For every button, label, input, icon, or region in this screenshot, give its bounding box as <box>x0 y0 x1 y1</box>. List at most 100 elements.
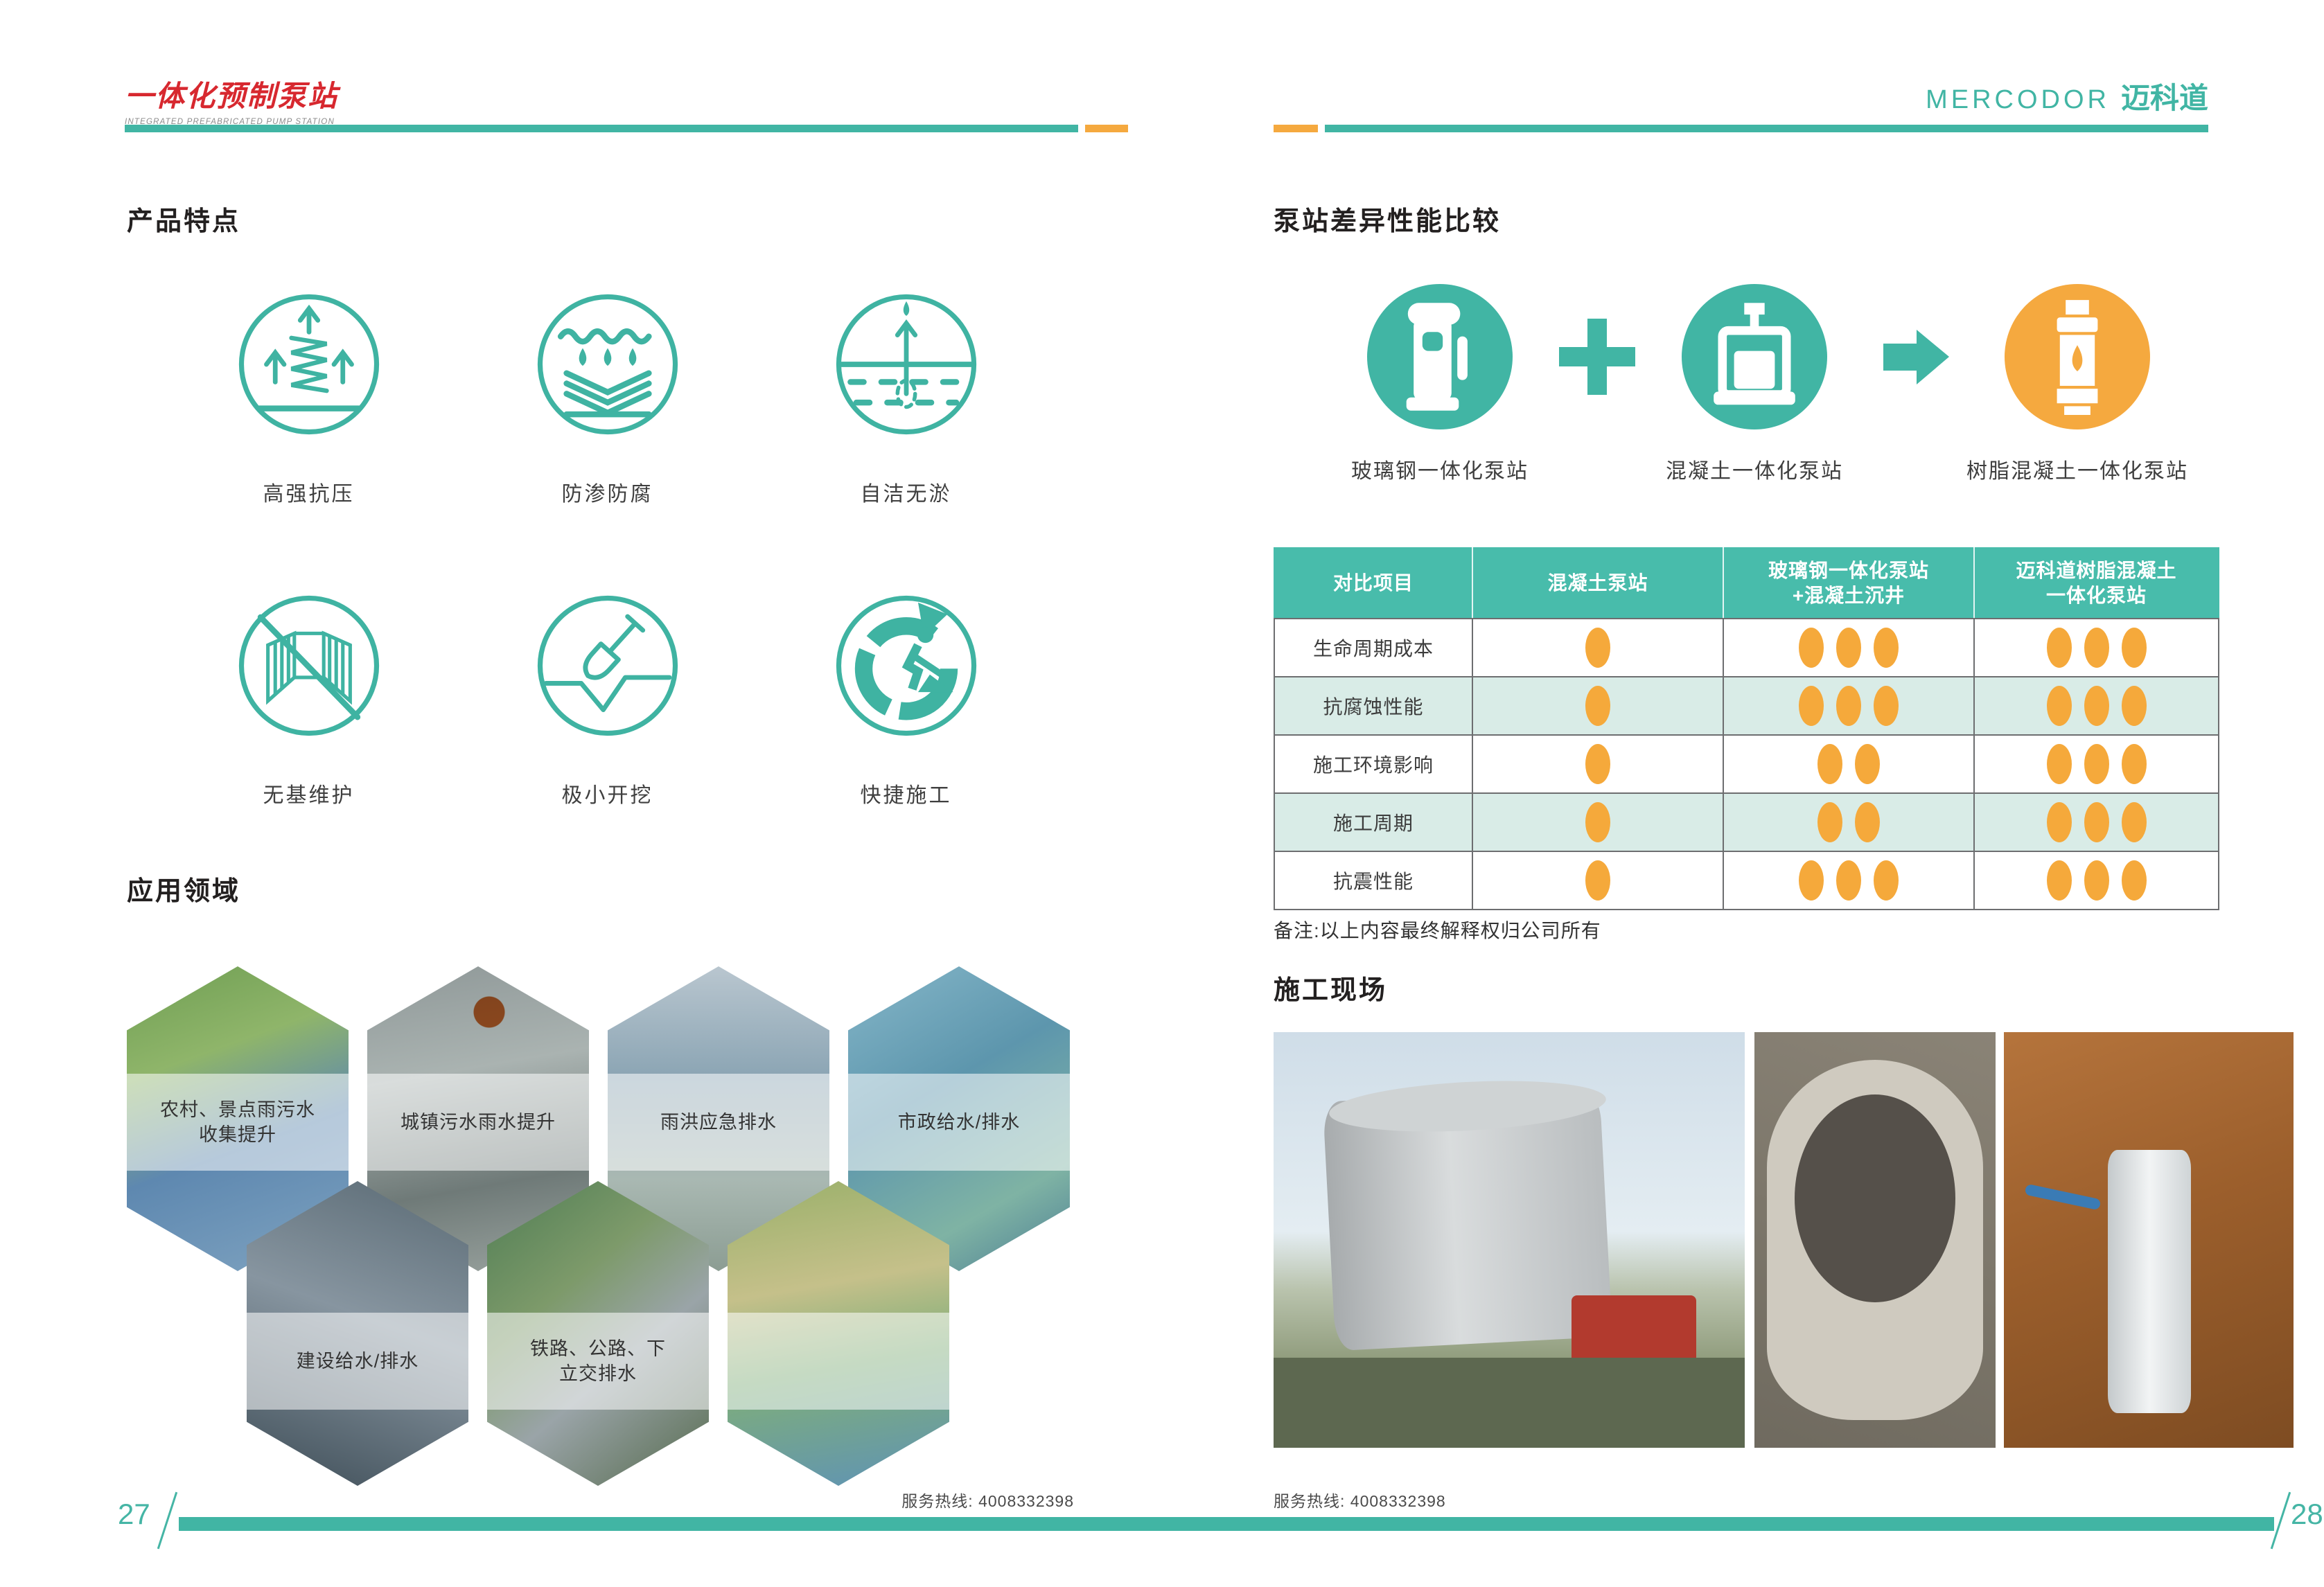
application-label: 农村、景点雨污水 收集提升 <box>127 1074 349 1171</box>
application-label: 市政给水/排水 <box>848 1074 1070 1171</box>
hotline-right: 服务热线: 4008332398 <box>1274 1488 1446 1511</box>
rating-dot <box>1817 802 1842 842</box>
feature-item: 无基维护 <box>236 592 382 804</box>
logo-title: 一体化预制泵站 <box>125 73 338 115</box>
footer-bar <box>179 1517 2274 1531</box>
application-label: 铁路、公路、下 立交排水 <box>487 1313 709 1410</box>
table-header-cell: 玻璃钢一体化泵站 +混凝土沉井 <box>1723 548 1974 619</box>
application-label <box>728 1313 949 1410</box>
features-grid: 高强抗压 防渗防腐 <box>159 291 1055 804</box>
feature-item: 自洁无淤 <box>833 291 980 502</box>
header-rule-left <box>125 125 1078 132</box>
no-foundation-maintenance-icon <box>236 592 382 739</box>
page-number-right: 28 <box>2291 1498 2323 1531</box>
application-label: 雨洪应急排水 <box>608 1074 829 1171</box>
application-label: 建设给水/排水 <box>247 1313 468 1410</box>
rating-dot <box>2047 802 2072 842</box>
rating-dot <box>2122 744 2147 784</box>
rating-dot <box>1817 744 1842 784</box>
feature-label: 高强抗压 <box>263 477 355 502</box>
rating-dot <box>1874 628 1899 668</box>
table-header-cell: 混凝土泵站 <box>1472 548 1723 619</box>
feature-item: 高强抗压 <box>236 291 382 502</box>
rating-cell <box>1723 793 1974 851</box>
rating-dot <box>1585 802 1610 842</box>
brochure-spread: 一体化预制泵站 INTEGRATED PREFABRICATED PUMP ST… <box>0 0 2324 1587</box>
rating-cell <box>1974 851 2219 910</box>
formula-label: 混凝土一体化泵站 <box>1609 454 1900 484</box>
rating-dot <box>2047 744 2072 784</box>
header-rule-right <box>1325 125 2208 132</box>
rating-cell <box>1723 851 1974 910</box>
table-row: 施工环境影响 <box>1274 735 2219 793</box>
construction-photo-truck-cylinder <box>1274 1032 1745 1448</box>
table-header-cell: 迈科道树脂混凝土 一体化泵站 <box>1974 548 2219 619</box>
features-heading: 产品特点 <box>127 200 240 238</box>
feature-label: 快捷施工 <box>861 778 952 804</box>
feature-label: 极小开挖 <box>562 778 653 804</box>
minimal-excavation-icon <box>534 592 681 739</box>
rating-dot <box>1855 802 1880 842</box>
application-hex-photo <box>728 1181 949 1486</box>
blue-pipe-shape <box>2025 1184 2102 1211</box>
construction-photo-cylinder-closeup <box>1754 1032 1996 1448</box>
concrete-pump-station-icon <box>1682 284 1827 429</box>
rating-cell <box>1974 735 2219 793</box>
rating-dot <box>2084 744 2109 784</box>
rating-dot <box>1836 686 1861 726</box>
feature-item: 快捷施工 <box>833 592 980 804</box>
rating-cell <box>1974 793 2219 851</box>
comparison-heading: 泵站差异性能比较 <box>1274 200 1501 238</box>
rating-cell <box>1974 677 2219 735</box>
application-hex-photo: 建设给水/排水 <box>247 1181 468 1486</box>
rating-dot <box>1799 686 1824 726</box>
feature-label: 无基维护 <box>263 778 355 804</box>
rating-dot <box>1585 860 1610 901</box>
pump-shell-shape <box>2108 1150 2191 1413</box>
feature-label: 自洁无淤 <box>861 477 952 502</box>
resin-concrete-pump-station-icon <box>2005 284 2150 429</box>
plus-icon <box>1559 319 1635 398</box>
feature-label: 防渗防腐 <box>562 477 653 502</box>
feature-item: 极小开挖 <box>534 592 681 804</box>
rating-dot <box>1836 628 1861 668</box>
page-number-left: 27 <box>118 1498 150 1531</box>
rating-dot <box>2084 860 2109 901</box>
rating-dot <box>2047 686 2072 726</box>
row-label: 生命周期成本 <box>1274 619 1472 677</box>
rating-cell <box>1472 793 1723 851</box>
rating-dot <box>1874 686 1899 726</box>
table-header-row: 对比项目 混凝土泵站 玻璃钢一体化泵站 +混凝土沉井 迈科道树脂混凝土 一体化泵… <box>1274 548 2219 619</box>
rating-dot <box>1799 628 1824 668</box>
self-cleaning-no-silt-icon <box>833 291 980 438</box>
table-note: 备注:以上内容最终解释权归公司所有 <box>1274 916 1601 943</box>
rating-cell <box>1472 735 1723 793</box>
rating-cell <box>1472 677 1723 735</box>
site-heading: 施工现场 <box>1274 968 1387 1007</box>
brand-name-en: MERCODOR <box>1926 85 2110 115</box>
quick-construction-icon <box>833 592 980 739</box>
row-label: 抗震性能 <box>1274 851 1472 910</box>
footer-slash-left <box>157 1492 177 1550</box>
rating-dot <box>2047 628 2072 668</box>
feature-item: 防渗防腐 <box>534 291 681 502</box>
rating-dot <box>1585 744 1610 784</box>
formula-label: 树脂混凝土一体化泵站 <box>1932 454 2223 484</box>
rating-dot <box>2122 686 2147 726</box>
spring-compression-icon <box>236 291 382 438</box>
brand-lockup: MERCODOR 迈科道 <box>1926 75 2208 117</box>
arrow-right-icon <box>1883 324 1949 393</box>
hotline-left: 服务热线: 4008332398 <box>728 1488 1074 1511</box>
header-rule-left-accent <box>1085 125 1128 132</box>
rating-cell <box>1723 677 1974 735</box>
row-label: 施工环境影响 <box>1274 735 1472 793</box>
table-row: 抗腐蚀性能 <box>1274 677 2219 735</box>
rating-cell <box>1723 735 1974 793</box>
rating-dot <box>2122 860 2147 901</box>
rating-dot <box>2122 628 2147 668</box>
rating-dot <box>2084 802 2109 842</box>
anti-seepage-anti-corrosion-icon <box>534 291 681 438</box>
table-header-cell: 对比项目 <box>1274 548 1472 619</box>
rating-dot <box>1874 860 1899 901</box>
rating-dot <box>2122 802 2147 842</box>
